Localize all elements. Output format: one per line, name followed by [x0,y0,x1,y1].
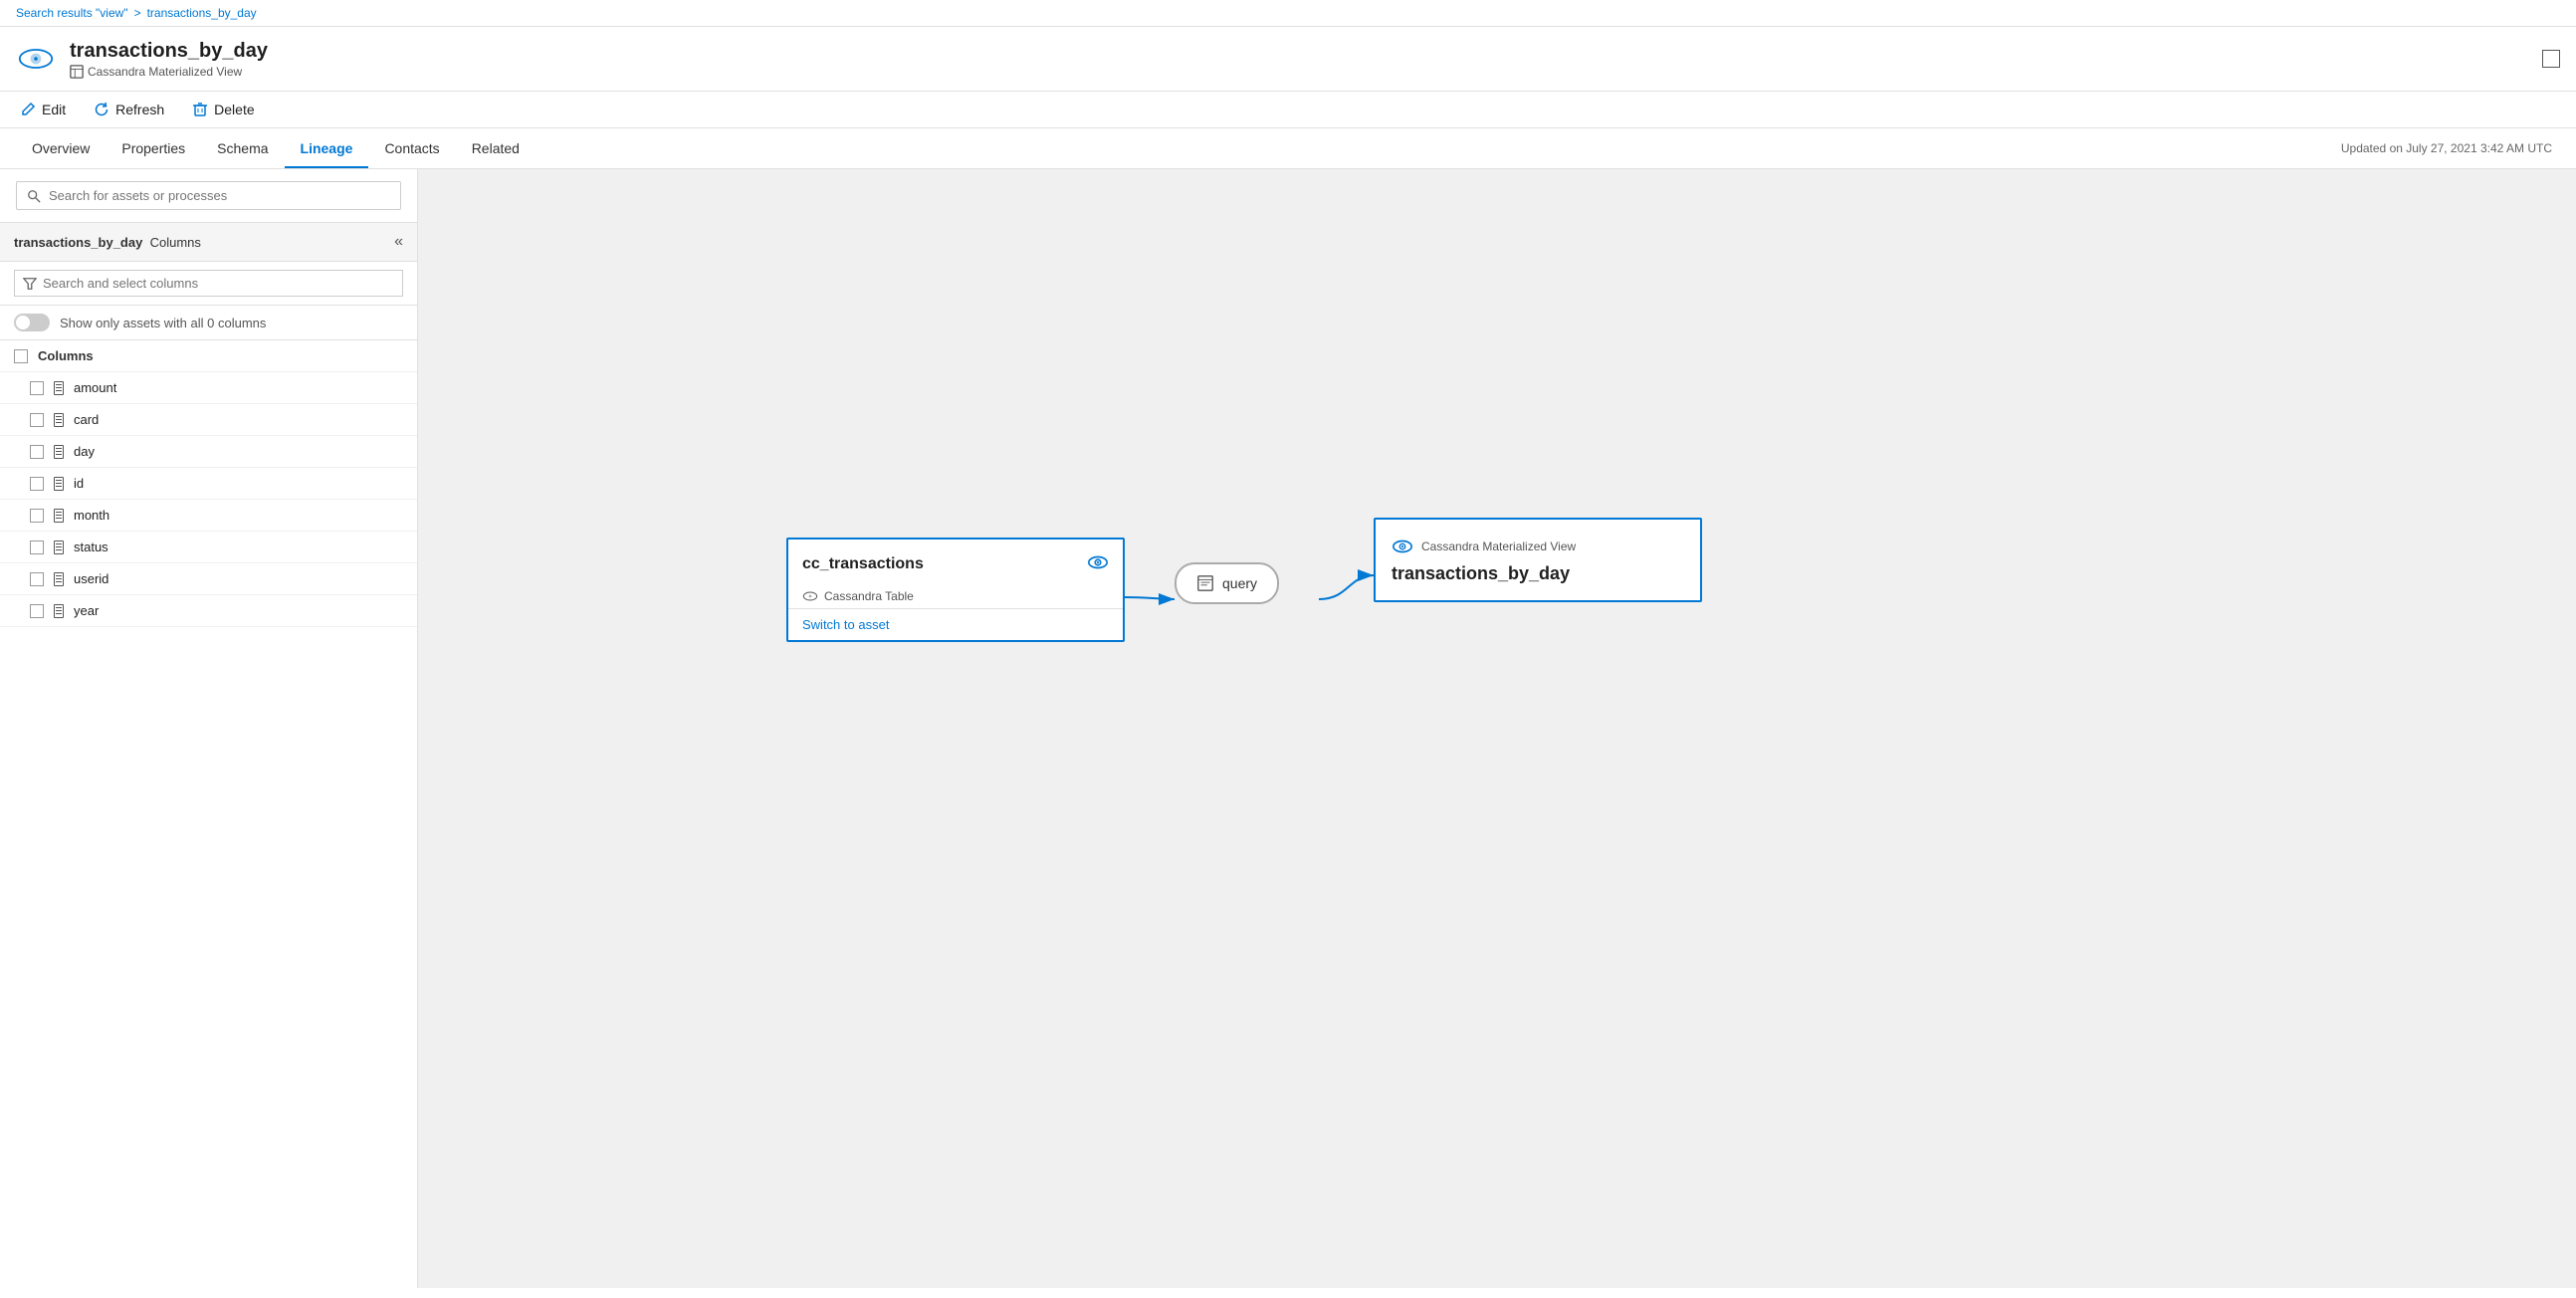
page-header: transactions_by_day Cassandra Materializ… [0,27,2576,92]
lineage-area: cc_transactions Cassandra Table [418,169,2576,1288]
delete-icon [192,102,208,117]
column-name: year [74,603,99,618]
asset-search-box[interactable] [16,181,401,210]
list-item[interactable]: card [0,404,417,436]
column-icon [54,572,64,586]
switch-to-asset-button[interactable]: Switch to asset [788,609,1123,640]
list-item[interactable]: year [0,595,417,627]
list-item[interactable]: userid [0,563,417,595]
list-item[interactable]: day [0,436,417,468]
column-name: amount [74,380,116,395]
breadcrumb: Search results "view" > transactions_by_… [0,0,2576,27]
columns-header-row: Columns [0,340,417,372]
header-info: transactions_by_day Cassandra Materializ… [70,40,2528,79]
column-search-box[interactable] [14,270,403,297]
asset-search-wrapper [0,169,417,223]
tab-overview[interactable]: Overview [16,128,106,168]
column-rows: amount card day id month status userid [0,372,417,627]
tabs-bar: Overview Properties Schema Lineage Conta… [0,128,2576,169]
column-icon [54,541,64,554]
list-item[interactable]: amount [0,372,417,404]
source-node[interactable]: cc_transactions Cassandra Table [786,538,1125,642]
column-name: month [74,508,109,523]
refresh-button[interactable]: Refresh [90,100,168,119]
header-actions [2542,50,2560,68]
collapse-panel-button[interactable]: « [394,233,403,251]
columns-panel-header: transactions_by_day Columns « [0,223,417,262]
column-search-wrapper [0,262,417,306]
toggle-label: Show only assets with all 0 columns [60,316,266,330]
toggle-row: Show only assets with all 0 columns [0,306,417,340]
column-icon [54,413,64,427]
toolbar: Edit Refresh Delete [0,92,2576,128]
column-checkbox[interactable] [30,572,44,586]
column-icon [54,509,64,523]
page-title: transactions_by_day [70,40,2528,63]
show-assets-toggle[interactable] [14,314,50,331]
column-search-input[interactable] [43,276,394,291]
lineage-canvas[interactable]: cc_transactions Cassandra Table [418,169,2576,1288]
tab-contacts[interactable]: Contacts [368,128,455,168]
tab-schema[interactable]: Schema [201,128,284,168]
cassandra-sub-icon [802,588,818,604]
tab-properties[interactable]: Properties [106,128,201,168]
column-list: Columns amount card day id month [0,340,417,1288]
breadcrumb-current: transactions_by_day [147,6,257,20]
delete-button[interactable]: Delete [188,100,258,119]
columns-panel-title: transactions_by_day Columns [14,235,201,250]
column-icon [54,604,64,618]
edit-button[interactable]: Edit [16,100,70,119]
breadcrumb-separator: > [134,6,141,20]
column-name: id [74,476,84,491]
edit-icon [20,102,36,117]
column-checkbox[interactable] [30,509,44,523]
process-icon [1196,574,1214,592]
source-node-title: cc_transactions [802,555,924,573]
column-checkbox[interactable] [30,477,44,491]
source-node-eye-button[interactable] [1087,551,1109,576]
list-item[interactable]: status [0,532,417,563]
column-checkbox[interactable] [30,381,44,395]
target-node: Cassandra Materialized View transactions… [1374,518,1702,602]
lineage-arrows [418,169,2576,1288]
tab-related[interactable]: Related [456,128,536,168]
column-icon [54,477,64,491]
main-content: transactions_by_day Columns « Show only … [0,169,2576,1288]
column-icon [54,445,64,459]
cassandra-logo [16,39,56,79]
table-icon [70,65,84,79]
list-item[interactable]: id [0,468,417,500]
target-node-logo: Cassandra Materialized View [1392,536,1684,557]
target-node-title: transactions_by_day [1392,563,1684,584]
refresh-icon [94,102,109,117]
target-cassandra-icon [1392,536,1413,557]
search-icon [27,189,41,203]
page-subtitle: Cassandra Materialized View [70,65,2528,79]
breadcrumb-link[interactable]: Search results "view" [16,6,128,20]
source-node-header: cc_transactions [788,540,1123,588]
column-checkbox[interactable] [30,604,44,618]
columns-header-checkbox[interactable] [14,349,28,363]
column-name: card [74,412,99,427]
column-checkbox[interactable] [30,445,44,459]
column-icon [54,381,64,395]
tab-lineage[interactable]: Lineage [285,128,369,168]
filter-icon [23,277,37,291]
list-item[interactable]: month [0,500,417,532]
source-node-subtitle: Cassandra Table [788,588,1123,609]
left-panel: transactions_by_day Columns « Show only … [0,169,418,1288]
maximize-button[interactable] [2542,50,2560,68]
process-node[interactable]: query [1175,562,1279,604]
asset-search-input[interactable] [49,188,390,203]
column-name: day [74,444,95,459]
column-name: userid [74,571,108,586]
column-checkbox[interactable] [30,541,44,554]
last-updated: Updated on July 27, 2021 3:42 AM UTC [2333,141,2560,155]
column-name: status [74,540,108,554]
column-checkbox[interactable] [30,413,44,427]
